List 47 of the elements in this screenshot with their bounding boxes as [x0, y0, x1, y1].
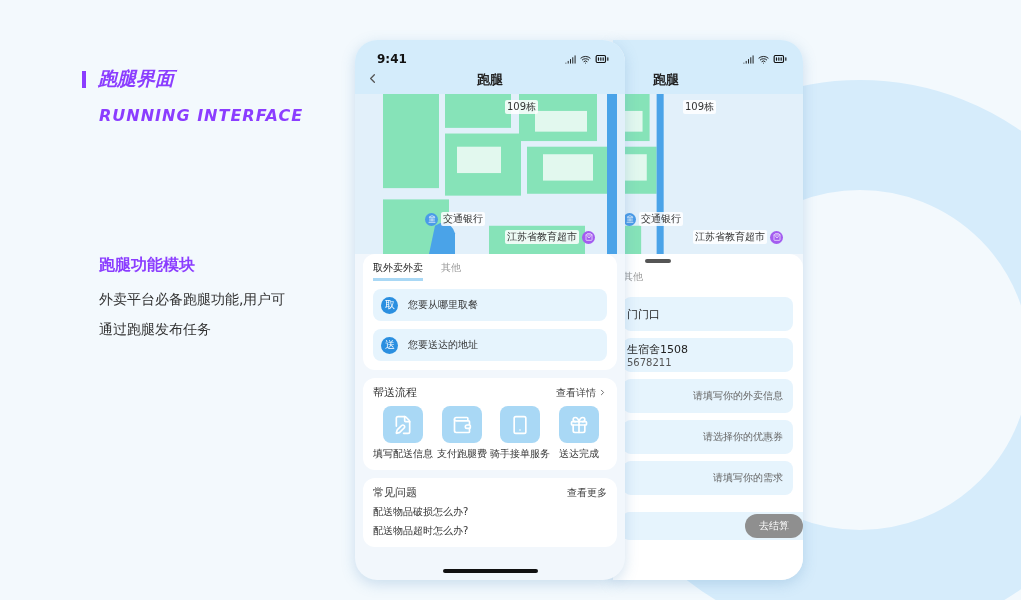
map-label: 交通银行	[639, 212, 683, 226]
input-field[interactable]: 请填写你的需求	[623, 461, 793, 495]
input-field[interactable]: 请选择你的优惠券	[623, 420, 793, 454]
map-label: 江苏省教育超市	[505, 230, 579, 244]
signal-icon	[565, 53, 576, 65]
card-title: 常见问题	[373, 485, 417, 500]
tab[interactable]: 取外卖外卖	[373, 261, 423, 281]
feature-title: 跑腿功能模块	[99, 255, 196, 276]
map-label: 109栋	[505, 100, 539, 114]
address-row[interactable]: 取 您要从哪里取餐	[373, 289, 607, 321]
description-line: 通过跑腿发布任务	[99, 320, 212, 338]
screen-title: 跑腿	[477, 71, 503, 89]
screen-title: 跑腿	[653, 71, 679, 89]
gift-icon	[558, 406, 599, 443]
card-title: 帮送流程	[373, 385, 417, 400]
sheet-handle[interactable]	[645, 259, 671, 263]
faq-question[interactable]: 配送物品破损怎么办?	[373, 505, 607, 519]
address-field[interactable]: 门门口	[623, 297, 793, 331]
chevron-right-icon	[598, 388, 607, 397]
input-field[interactable]: 请填写你的外卖信息	[623, 379, 793, 413]
more-link[interactable]: 查看更多	[567, 485, 607, 500]
faq-question[interactable]: 配送物品超时怎么办?	[373, 524, 607, 538]
page-subtitle: RUNNING INTERFACE	[99, 106, 305, 125]
battery-icon	[595, 52, 609, 66]
address-text: 您要从哪里取餐	[408, 298, 478, 312]
details-link[interactable]: 查看详情	[556, 385, 607, 400]
battery-icon	[773, 52, 787, 66]
map-label: 江苏省教育超市	[693, 230, 767, 244]
contact-field[interactable]: 生宿舍1508 5678211	[623, 338, 793, 372]
address-text: 您要送达的地址	[408, 338, 478, 352]
wifi-icon	[580, 53, 591, 65]
step-label: 送达完成	[558, 447, 599, 461]
address-row[interactable]: 送 您要送达的地址	[373, 329, 607, 361]
step-label: 支付跑腿费	[436, 447, 487, 461]
map-label: 109栋	[683, 100, 717, 114]
step-label: 骑手接单服务	[490, 447, 550, 461]
map-label: 交通银行	[441, 212, 485, 226]
form-icon	[383, 406, 423, 443]
signal-icon	[743, 53, 754, 65]
status-time: 9:41	[377, 52, 407, 66]
step-label: 填写配送信息	[373, 447, 433, 461]
phone-icon	[500, 406, 540, 443]
badge: 取	[381, 296, 398, 314]
description-line: 外卖平台必备跑腿功能,用户可	[99, 290, 287, 308]
wallet-icon	[441, 406, 482, 443]
wifi-icon	[758, 53, 769, 65]
badge: 送	[381, 336, 398, 354]
